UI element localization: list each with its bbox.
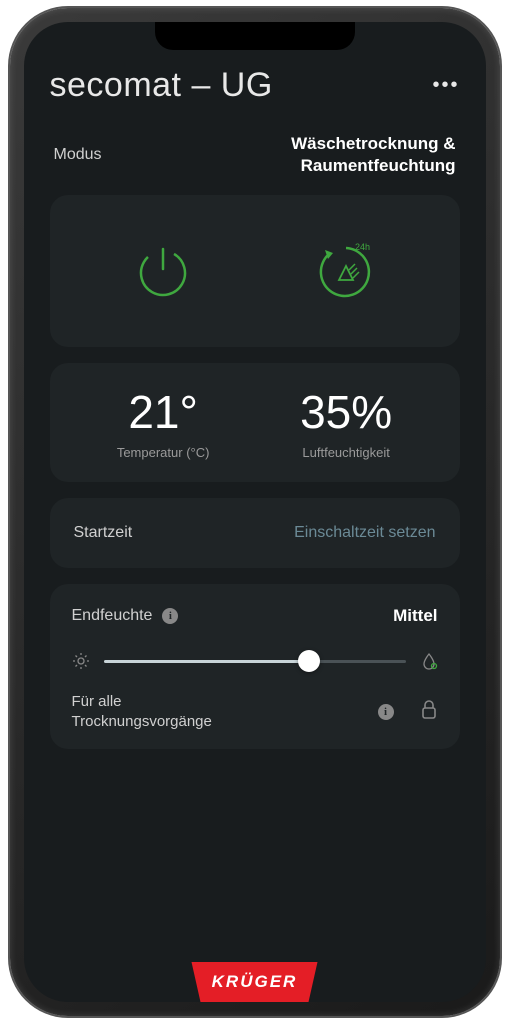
power-button[interactable] [123, 231, 203, 311]
cycle-button[interactable]: 24h [306, 231, 386, 311]
more-menu-button[interactable]: ••• [432, 74, 459, 97]
power-card: 24h [50, 195, 460, 347]
slider-thumb[interactable] [298, 650, 320, 672]
humidity-slider[interactable] [104, 660, 406, 663]
apply-all-label: Für alle Trocknungsvorgänge [72, 692, 212, 731]
end-humidity-label: Endfeuchte [72, 607, 153, 625]
humidity-reading: 35% Luftfeuchtigkeit [300, 385, 392, 460]
screen: secomat – UG ••• Modus Wäschetrocknung &… [24, 22, 486, 1002]
end-humidity-value: Mittel [393, 606, 437, 626]
timer-label: Startzeit [74, 524, 133, 542]
mode-label: Modus [54, 146, 102, 164]
temperature-value: 21° [128, 385, 198, 439]
humidity-label: Luftfeuchtigkeit [302, 445, 389, 460]
readings-card: 21° Temperatur (°C) 35% Luftfeuchtigkeit [50, 363, 460, 482]
page-title: secomat – UG [50, 66, 273, 105]
mode-row[interactable]: Modus Wäschetrocknung & Raumentfeuchtung [50, 133, 460, 177]
svg-text:24h: 24h [355, 242, 370, 252]
temperature-label: Temperatur (°C) [117, 445, 210, 460]
notch [155, 22, 355, 50]
set-start-time-button[interactable]: Einschaltzeit setzen [294, 524, 435, 542]
power-icon [131, 239, 195, 303]
temperature-reading: 21° Temperatur (°C) [117, 385, 210, 460]
mode-value: Wäschetrocknung & Raumentfeuchtung [291, 133, 455, 177]
cycle-24h-icon: 24h [311, 236, 381, 306]
end-humidity-card: Endfeuchte i Mittel [50, 584, 460, 749]
sun-icon [72, 652, 90, 670]
brand-logo: KRÜGER [212, 972, 298, 992]
phone-frame: secomat – UG ••• Modus Wäschetrocknung &… [10, 8, 500, 1016]
humidity-value: 35% [300, 385, 392, 439]
header: secomat – UG ••• [50, 66, 460, 105]
info-icon[interactable]: i [378, 704, 394, 720]
info-icon[interactable]: i [162, 608, 178, 624]
droplet-icon [420, 652, 438, 670]
timer-card: Startzeit Einschaltzeit setzen [50, 498, 460, 568]
lock-icon[interactable] [420, 699, 438, 724]
